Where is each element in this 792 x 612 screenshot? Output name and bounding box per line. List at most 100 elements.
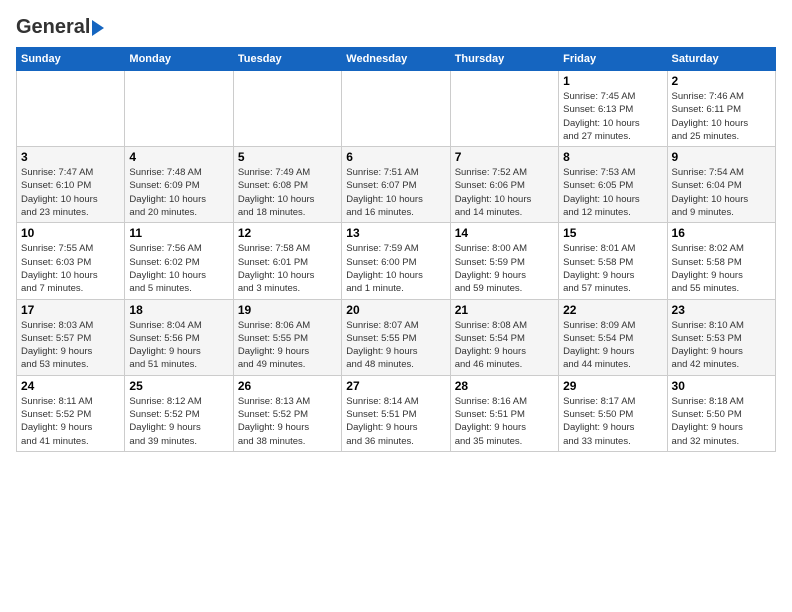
- day-number: 29: [563, 379, 662, 393]
- day-info: Sunrise: 8:02 AM Sunset: 5:58 PM Dayligh…: [672, 242, 771, 295]
- calendar-cell: 3 Sunrise: 7:47 AM Sunset: 6:10 PM Daylig…: [17, 147, 125, 223]
- calendar-cell: 27 Sunrise: 8:14 AM Sunset: 5:51 PM Dayli…: [342, 375, 450, 451]
- calendar-cell: 20Sunrise: 8:07 AM Sunset: 5:55 PM Dayli…: [342, 299, 450, 375]
- day-number: 17: [21, 303, 120, 317]
- calendar-week-row: 24 Sunrise: 8:11 AM Sunset: 5:52 PM Dayli…: [17, 375, 776, 451]
- calendar-cell: 22 Sunrise: 8:09 AM Sunset: 5:54 PM Dayli…: [559, 299, 667, 375]
- calendar-cell: 21 Sunrise: 8:08 AM Sunset: 5:54 PM Dayli…: [450, 299, 558, 375]
- day-number: 15: [563, 226, 662, 240]
- calendar-table: SundayMondayTuesdayWednesdayThursdayFrid…: [16, 47, 776, 452]
- day-number: 12: [238, 226, 337, 240]
- day-number: 16: [672, 226, 771, 240]
- calendar-cell: 6 Sunrise: 7:51 AM Sunset: 6:07 PM Daylig…: [342, 147, 450, 223]
- day-info: Sunrise: 8:18 AM Sunset: 5:50 PM Dayligh…: [672, 395, 771, 448]
- calendar-cell: 19 Sunrise: 8:06 AM Sunset: 5:55 PM Dayli…: [233, 299, 341, 375]
- calendar-cell: [450, 71, 558, 147]
- day-number: 1: [563, 74, 662, 88]
- calendar-cell: 8 Sunrise: 7:53 AM Sunset: 6:05 PM Daylig…: [559, 147, 667, 223]
- day-info: Sunrise: 8:07 AM Sunset: 5:55 PM Dayligh…: [346, 319, 445, 372]
- day-info: Sunrise: 8:16 AM Sunset: 5:51 PM Dayligh…: [455, 395, 554, 448]
- day-info: Sunrise: 8:13 AM Sunset: 5:52 PM Dayligh…: [238, 395, 337, 448]
- calendar-cell: 29 Sunrise: 8:17 AM Sunset: 5:50 PM Dayli…: [559, 375, 667, 451]
- header-day-monday: Monday: [125, 48, 233, 71]
- logo-arrow-icon: [92, 20, 104, 36]
- day-info: Sunrise: 8:00 AM Sunset: 5:59 PM Dayligh…: [455, 242, 554, 295]
- calendar-cell: 4Sunrise: 7:48 AM Sunset: 6:09 PM Daylig…: [125, 147, 233, 223]
- header: General: [16, 16, 776, 39]
- calendar-cell: 17 Sunrise: 8:03 AM Sunset: 5:57 PM Dayli…: [17, 299, 125, 375]
- day-number: 26: [238, 379, 337, 393]
- day-info: Sunrise: 7:55 AM Sunset: 6:03 PM Dayligh…: [21, 242, 120, 295]
- day-number: 8: [563, 150, 662, 164]
- calendar-cell: 9Sunrise: 7:54 AM Sunset: 6:04 PM Daylig…: [667, 147, 775, 223]
- calendar-cell: 30 Sunrise: 8:18 AM Sunset: 5:50 PM Dayli…: [667, 375, 775, 451]
- day-info: Sunrise: 7:47 AM Sunset: 6:10 PM Dayligh…: [21, 166, 120, 219]
- day-info: Sunrise: 8:01 AM Sunset: 5:58 PM Dayligh…: [563, 242, 662, 295]
- calendar-cell: 18 Sunrise: 8:04 AM Sunset: 5:56 PM Dayli…: [125, 299, 233, 375]
- day-number: 10: [21, 226, 120, 240]
- day-number: 27: [346, 379, 445, 393]
- calendar-cell: 25 Sunrise: 8:12 AM Sunset: 5:52 PM Dayli…: [125, 375, 233, 451]
- day-info: Sunrise: 8:06 AM Sunset: 5:55 PM Dayligh…: [238, 319, 337, 372]
- day-number: 3: [21, 150, 120, 164]
- calendar-cell: 24 Sunrise: 8:11 AM Sunset: 5:52 PM Dayli…: [17, 375, 125, 451]
- day-number: 19: [238, 303, 337, 317]
- day-info: Sunrise: 8:08 AM Sunset: 5:54 PM Dayligh…: [455, 319, 554, 372]
- calendar-week-row: 17 Sunrise: 8:03 AM Sunset: 5:57 PM Dayli…: [17, 299, 776, 375]
- day-info: Sunrise: 7:53 AM Sunset: 6:05 PM Dayligh…: [563, 166, 662, 219]
- header-day-friday: Friday: [559, 48, 667, 71]
- calendar-cell: 11 Sunrise: 7:56 AM Sunset: 6:02 PM Dayli…: [125, 223, 233, 299]
- calendar-cell: [125, 71, 233, 147]
- day-info: Sunrise: 7:49 AM Sunset: 6:08 PM Dayligh…: [238, 166, 337, 219]
- day-number: 28: [455, 379, 554, 393]
- header-day-sunday: Sunday: [17, 48, 125, 71]
- calendar-cell: 14Sunrise: 8:00 AM Sunset: 5:59 PM Dayli…: [450, 223, 558, 299]
- header-day-thursday: Thursday: [450, 48, 558, 71]
- day-info: Sunrise: 8:14 AM Sunset: 5:51 PM Dayligh…: [346, 395, 445, 448]
- day-number: 7: [455, 150, 554, 164]
- calendar-cell: 7 Sunrise: 7:52 AM Sunset: 6:06 PM Daylig…: [450, 147, 558, 223]
- day-info: Sunrise: 7:45 AM Sunset: 6:13 PM Dayligh…: [563, 90, 662, 143]
- calendar-cell: 28 Sunrise: 8:16 AM Sunset: 5:51 PM Dayli…: [450, 375, 558, 451]
- day-info: Sunrise: 7:58 AM Sunset: 6:01 PM Dayligh…: [238, 242, 337, 295]
- calendar-cell: 2 Sunrise: 7:46 AM Sunset: 6:11 PM Daylig…: [667, 71, 775, 147]
- day-info: Sunrise: 8:12 AM Sunset: 5:52 PM Dayligh…: [129, 395, 228, 448]
- day-number: 2: [672, 74, 771, 88]
- day-number: 5: [238, 150, 337, 164]
- logo: General: [16, 16, 104, 39]
- day-info: Sunrise: 7:51 AM Sunset: 6:07 PM Dayligh…: [346, 166, 445, 219]
- header-day-tuesday: Tuesday: [233, 48, 341, 71]
- calendar-cell: [17, 71, 125, 147]
- day-number: 25: [129, 379, 228, 393]
- day-number: 4: [129, 150, 228, 164]
- day-number: 6: [346, 150, 445, 164]
- day-info: Sunrise: 7:46 AM Sunset: 6:11 PM Dayligh…: [672, 90, 771, 143]
- day-info: Sunrise: 8:10 AM Sunset: 5:53 PM Dayligh…: [672, 319, 771, 372]
- day-info: Sunrise: 7:59 AM Sunset: 6:00 PM Dayligh…: [346, 242, 445, 295]
- calendar-cell: 15 Sunrise: 8:01 AM Sunset: 5:58 PM Dayli…: [559, 223, 667, 299]
- day-number: 21: [455, 303, 554, 317]
- day-info: Sunrise: 8:17 AM Sunset: 5:50 PM Dayligh…: [563, 395, 662, 448]
- calendar-week-row: 1 Sunrise: 7:45 AM Sunset: 6:13 PM Daylig…: [17, 71, 776, 147]
- calendar-cell: [342, 71, 450, 147]
- header-day-saturday: Saturday: [667, 48, 775, 71]
- day-number: 30: [672, 379, 771, 393]
- calendar-header-row: SundayMondayTuesdayWednesdayThursdayFrid…: [17, 48, 776, 71]
- calendar-week-row: 10 Sunrise: 7:55 AM Sunset: 6:03 PM Dayli…: [17, 223, 776, 299]
- day-info: Sunrise: 8:11 AM Sunset: 5:52 PM Dayligh…: [21, 395, 120, 448]
- day-number: 18: [129, 303, 228, 317]
- day-number: 11: [129, 226, 228, 240]
- day-info: Sunrise: 7:52 AM Sunset: 6:06 PM Dayligh…: [455, 166, 554, 219]
- calendar-cell: 26 Sunrise: 8:13 AM Sunset: 5:52 PM Dayli…: [233, 375, 341, 451]
- day-info: Sunrise: 7:56 AM Sunset: 6:02 PM Dayligh…: [129, 242, 228, 295]
- day-number: 24: [21, 379, 120, 393]
- day-info: Sunrise: 8:04 AM Sunset: 5:56 PM Dayligh…: [129, 319, 228, 372]
- day-info: Sunrise: 8:09 AM Sunset: 5:54 PM Dayligh…: [563, 319, 662, 372]
- logo-general-text: General: [16, 16, 90, 39]
- day-number: 9: [672, 150, 771, 164]
- calendar-cell: 16 Sunrise: 8:02 AM Sunset: 5:58 PM Dayli…: [667, 223, 775, 299]
- header-day-wednesday: Wednesday: [342, 48, 450, 71]
- day-info: Sunrise: 8:03 AM Sunset: 5:57 PM Dayligh…: [21, 319, 120, 372]
- day-number: 23: [672, 303, 771, 317]
- day-number: 22: [563, 303, 662, 317]
